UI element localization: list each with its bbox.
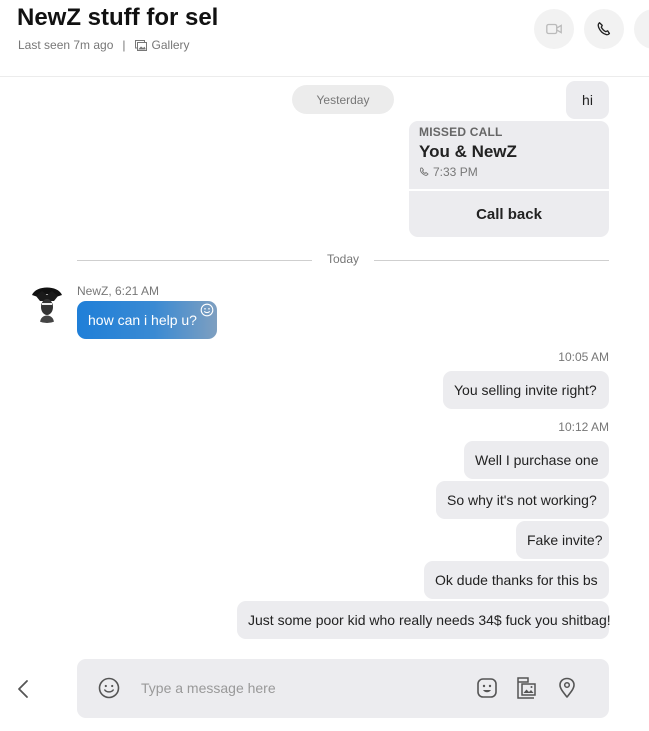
- message-composer[interactable]: Type a message here: [77, 659, 609, 718]
- gallery-link[interactable]: Gallery: [152, 38, 190, 52]
- missed-call-label: MISSED CALL: [419, 125, 503, 139]
- divider-line-right: [374, 260, 609, 261]
- location-icon[interactable]: [555, 676, 579, 700]
- chat-subtitle: Last seen 7m ago | Gallery: [18, 38, 190, 52]
- audio-call-button[interactable]: [584, 9, 624, 49]
- message-bubble-outgoing[interactable]: hi: [566, 81, 609, 119]
- profile-button[interactable]: [634, 9, 649, 49]
- date-separator-today: Today: [326, 252, 360, 266]
- sender-line: NewZ, 6:21 AM: [77, 284, 160, 298]
- reaction-icon[interactable]: [200, 303, 214, 317]
- emoji-icon[interactable]: [97, 676, 121, 700]
- sticker-icon[interactable]: [475, 676, 499, 700]
- timestamp: 10:12 AM: [558, 420, 609, 434]
- call-time: 7:33 PM: [419, 165, 599, 179]
- timestamp: 10:05 AM: [558, 350, 609, 364]
- message-bubble-outgoing[interactable]: Fake invite?: [516, 521, 609, 559]
- message-input[interactable]: Type a message here: [141, 680, 276, 696]
- chat-header: NewZ stuff for sel Last seen 7m ago | Ga…: [0, 0, 649, 77]
- message-bubble-outgoing[interactable]: Just some poor kid who really needs 34$ …: [237, 601, 611, 639]
- avatar-image: [26, 281, 68, 323]
- profile-icon: [645, 20, 649, 38]
- missed-call-icon: [419, 167, 429, 176]
- message-bubble-outgoing[interactable]: Well I purchase one: [464, 441, 609, 479]
- date-separator-yesterday: Yesterday: [292, 85, 394, 114]
- divider-line-left: [77, 260, 312, 261]
- separator: |: [122, 38, 126, 52]
- message-bubble-outgoing[interactable]: Ok dude thanks for this bs: [424, 561, 609, 599]
- video-call-button[interactable]: [534, 9, 574, 49]
- phone-icon: [597, 22, 611, 36]
- chat-title[interactable]: NewZ stuff for sel: [17, 4, 218, 32]
- missed-call-card: MISSED CALL You & NewZ 7:33 PM Call back: [409, 121, 609, 237]
- chevron-left-icon[interactable]: [14, 677, 34, 701]
- message-bubble-outgoing[interactable]: You selling invite right?: [443, 371, 609, 409]
- call-time-text: 7:33 PM: [433, 165, 478, 179]
- video-call-icon: [546, 23, 562, 35]
- message-bubble-outgoing[interactable]: So why it's not working?: [436, 481, 609, 519]
- media-icon[interactable]: [514, 676, 538, 700]
- call-back-button[interactable]: Call back: [409, 191, 609, 237]
- message-text: how can i help u?: [88, 312, 197, 328]
- last-seen-text: Last seen 7m ago: [18, 38, 114, 52]
- gallery-icon[interactable]: [134, 39, 147, 51]
- message-bubble-incoming[interactable]: how can i help u?: [77, 301, 217, 339]
- call-participants: You & NewZ: [419, 142, 517, 161]
- avatar[interactable]: [26, 281, 68, 323]
